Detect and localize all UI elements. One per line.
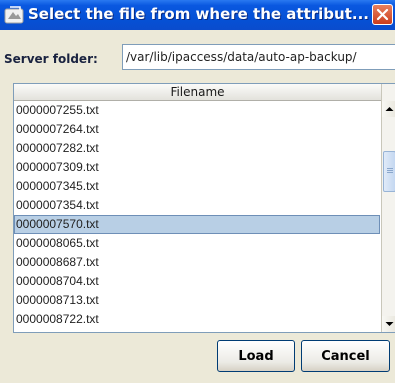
scroll-up-button[interactable] bbox=[382, 101, 395, 117]
vertical-scrollbar[interactable] bbox=[381, 84, 395, 332]
table-row[interactable]: 0000008713.txt bbox=[14, 291, 380, 310]
load-button[interactable]: Load bbox=[217, 340, 295, 372]
title-bar[interactable]: Select the file from where the attribut.… bbox=[0, 0, 395, 30]
file-list: 0000007255.txt 0000007264.txt 0000007282… bbox=[14, 101, 381, 332]
filename-cell: 0000008687.txt bbox=[16, 255, 99, 269]
table-row-selected[interactable]: 0000007570.txt bbox=[14, 215, 380, 234]
close-button[interactable] bbox=[372, 4, 393, 25]
server-folder-label: Server folder: bbox=[4, 52, 98, 66]
table-row[interactable]: 0000007345.txt bbox=[14, 177, 380, 196]
filename-cell: 0000007345.txt bbox=[16, 179, 99, 193]
filename-cell: 0000007264.txt bbox=[16, 122, 99, 136]
table-row[interactable]: 0000008722.txt bbox=[14, 310, 380, 329]
file-table: Filename 0000007255.txt 0000007264.txt 0… bbox=[13, 83, 395, 333]
scroll-up-arrow-icon bbox=[385, 107, 394, 111]
column-header-filename[interactable]: Filename bbox=[14, 84, 382, 101]
scroll-thumb[interactable] bbox=[383, 151, 395, 192]
scroll-down-button[interactable] bbox=[382, 316, 395, 332]
dialog-app-icon bbox=[4, 5, 24, 25]
table-row[interactable]: 0000007255.txt bbox=[14, 101, 380, 120]
server-folder-value: /var/lib/ipaccess/data/auto-ap-backup/ bbox=[126, 50, 357, 64]
filename-cell: 0000007309.txt bbox=[16, 160, 99, 174]
filename-cell: 0000008722.txt bbox=[16, 312, 99, 326]
filename-cell: 0000007282.txt bbox=[16, 141, 99, 155]
table-row[interactable]: 0000007264.txt bbox=[14, 120, 380, 139]
cancel-button-label: Cancel bbox=[321, 349, 370, 364]
table-row[interactable]: 0000008704.txt bbox=[14, 272, 380, 291]
filename-cell: 0000007354.txt bbox=[16, 198, 99, 212]
filename-cell: 0000008704.txt bbox=[16, 274, 99, 288]
table-row[interactable]: 0000007309.txt bbox=[14, 158, 380, 177]
filename-cell: 0000007570.txt bbox=[16, 217, 99, 231]
server-folder-field[interactable]: /var/lib/ipaccess/data/auto-ap-backup/ bbox=[122, 44, 395, 70]
table-row[interactable]: 0000008065.txt bbox=[14, 234, 380, 253]
dialog-title: Select the file from where the attribut.… bbox=[28, 5, 369, 23]
close-icon bbox=[376, 8, 389, 21]
table-row[interactable]: 0000007282.txt bbox=[14, 139, 380, 158]
file-select-dialog: Select the file from where the attribut.… bbox=[0, 0, 395, 383]
table-row[interactable]: 0000008687.txt bbox=[14, 253, 380, 272]
cancel-button[interactable]: Cancel bbox=[301, 340, 390, 372]
filename-cell: 0000007255.txt bbox=[16, 103, 99, 117]
filename-cell: 0000008713.txt bbox=[16, 293, 99, 307]
load-button-label: Load bbox=[238, 349, 274, 364]
scroll-down-arrow-icon bbox=[385, 322, 394, 326]
column-header-label: Filename bbox=[170, 85, 225, 99]
filename-cell: 0000008065.txt bbox=[16, 236, 99, 250]
table-row[interactable]: 0000007354.txt bbox=[14, 196, 380, 215]
